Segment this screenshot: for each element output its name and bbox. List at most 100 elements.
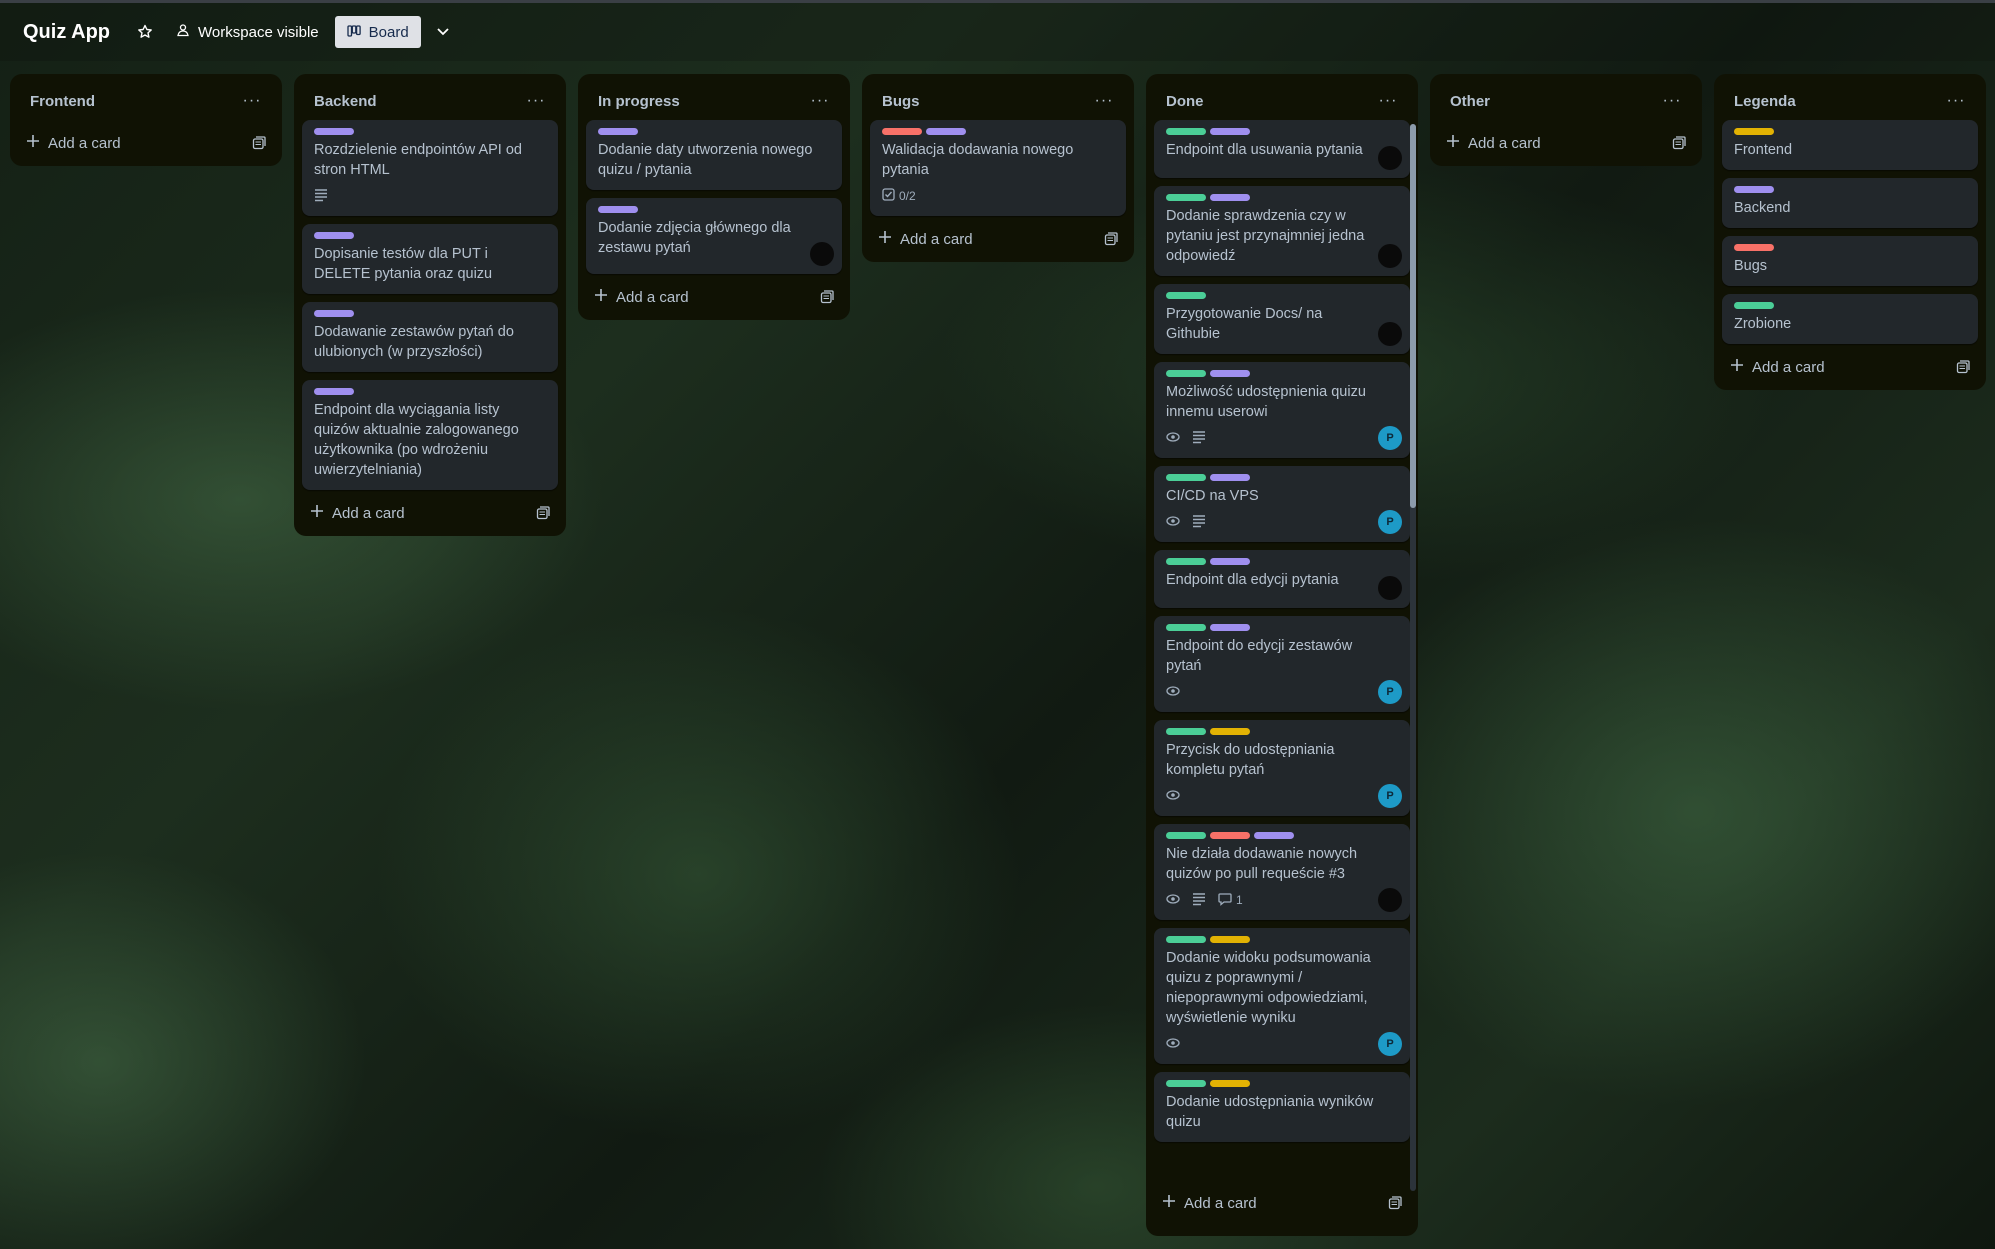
- label-yellow[interactable]: [1210, 728, 1250, 735]
- label-yellow[interactable]: [1734, 128, 1774, 135]
- list-title[interactable]: Legenda: [1734, 93, 1796, 110]
- label-green[interactable]: [1166, 728, 1206, 735]
- list-title[interactable]: Backend: [314, 93, 377, 110]
- chevron-down-icon[interactable]: [427, 16, 459, 48]
- list-menu-icon[interactable]: ···: [1374, 92, 1402, 110]
- label-purple[interactable]: [314, 232, 354, 239]
- template-icon[interactable]: [252, 136, 266, 150]
- card[interactable]: Zrobione: [1722, 294, 1978, 344]
- label-green[interactable]: [1166, 194, 1206, 201]
- card[interactable]: Endpoint do edycji zestawów pytań P: [1154, 616, 1410, 712]
- add-card-button[interactable]: Add a card: [26, 134, 121, 152]
- card[interactable]: Przycisk do udostępniania kompletu pytań…: [1154, 720, 1410, 816]
- member-avatar[interactable]: P: [1378, 680, 1402, 704]
- card[interactable]: Dodanie widoku podsumowania quizu z popr…: [1154, 928, 1410, 1064]
- template-icon[interactable]: [820, 290, 834, 304]
- add-card-button[interactable]: Add a card: [878, 230, 973, 248]
- label-purple[interactable]: [1254, 832, 1294, 839]
- board-title[interactable]: Quiz App: [23, 21, 110, 44]
- member-avatar[interactable]: P: [1378, 784, 1402, 808]
- label-green[interactable]: [1166, 624, 1206, 631]
- template-icon[interactable]: [536, 506, 550, 520]
- label-purple[interactable]: [598, 206, 638, 213]
- add-card-button[interactable]: Add a card: [1162, 1194, 1257, 1212]
- label-green[interactable]: [1166, 1080, 1206, 1087]
- template-icon[interactable]: [1388, 1196, 1402, 1210]
- label-purple[interactable]: [1734, 186, 1774, 193]
- list-menu-icon[interactable]: ···: [806, 92, 834, 110]
- template-icon[interactable]: [1104, 232, 1118, 246]
- member-avatar[interactable]: [1378, 888, 1402, 912]
- label-purple[interactable]: [598, 128, 638, 135]
- member-avatar[interactable]: P: [1378, 426, 1402, 450]
- card[interactable]: Bugs: [1722, 236, 1978, 286]
- label-purple[interactable]: [1210, 194, 1250, 201]
- list-menu-icon[interactable]: ···: [1658, 92, 1686, 110]
- label-purple[interactable]: [1210, 624, 1250, 631]
- list-title[interactable]: Frontend: [30, 93, 95, 110]
- label-green[interactable]: [1166, 832, 1206, 839]
- label-green[interactable]: [1166, 936, 1206, 943]
- card[interactable]: Możliwość udostępnienia quizu innemu use…: [1154, 362, 1410, 458]
- card[interactable]: Przygotowanie Docs/ na Githubie: [1154, 284, 1410, 354]
- list-menu-icon[interactable]: ···: [238, 92, 266, 110]
- card[interactable]: Dodanie zdjęcia głównego dla zestawu pyt…: [586, 198, 842, 274]
- scrollbar-thumb[interactable]: [1410, 124, 1416, 508]
- member-avatar[interactable]: [1378, 244, 1402, 268]
- card[interactable]: Dopisanie testów dla PUT i DELETE pytani…: [302, 224, 558, 294]
- list-title[interactable]: Other: [1450, 93, 1490, 110]
- label-purple[interactable]: [314, 128, 354, 135]
- label-green[interactable]: [1734, 302, 1774, 309]
- add-card-button[interactable]: Add a card: [310, 504, 405, 522]
- card[interactable]: Frontend: [1722, 120, 1978, 170]
- card[interactable]: Endpoint dla edycji pytania: [1154, 550, 1410, 608]
- add-card-button[interactable]: Add a card: [1446, 134, 1541, 152]
- label-green[interactable]: [1166, 292, 1206, 299]
- card[interactable]: Dodanie sprawdzenia czy w pytaniu jest p…: [1154, 186, 1410, 276]
- list-title[interactable]: In progress: [598, 93, 680, 110]
- card[interactable]: CI/CD na VPS P: [1154, 466, 1410, 542]
- label-purple[interactable]: [1210, 558, 1250, 565]
- done-scroll-area[interactable]: Endpoint dla usuwania pytania Dodanie spr…: [1154, 120, 1410, 1180]
- label-purple[interactable]: [1210, 128, 1250, 135]
- card[interactable]: Dodanie udostępniania wyników quizu: [1154, 1072, 1410, 1142]
- card[interactable]: Endpoint dla usuwania pytania: [1154, 120, 1410, 178]
- board-view-button[interactable]: Board: [334, 16, 421, 48]
- add-card-button[interactable]: Add a card: [1730, 358, 1825, 376]
- template-icon[interactable]: [1672, 136, 1686, 150]
- add-card-button[interactable]: Add a card: [594, 288, 689, 306]
- label-green[interactable]: [1166, 370, 1206, 377]
- card[interactable]: Nie działa dodawanie nowych quizów po pu…: [1154, 824, 1410, 920]
- template-icon[interactable]: [1956, 360, 1970, 374]
- label-green[interactable]: [1166, 474, 1206, 481]
- label-purple[interactable]: [926, 128, 966, 135]
- member-avatar[interactable]: [1378, 146, 1402, 170]
- member-avatar[interactable]: [810, 242, 834, 266]
- label-yellow[interactable]: [1210, 1080, 1250, 1087]
- label-yellow[interactable]: [1210, 936, 1250, 943]
- member-avatar[interactable]: [1378, 576, 1402, 600]
- card[interactable]: Rozdzielenie endpointów API od stron HTM…: [302, 120, 558, 216]
- card[interactable]: Endpoint dla wyciągania listy quizów akt…: [302, 380, 558, 490]
- list-menu-icon[interactable]: ···: [1942, 92, 1970, 110]
- label-purple[interactable]: [1210, 370, 1250, 377]
- card[interactable]: Dodanie daty utworzenia nowego quizu / p…: [586, 120, 842, 190]
- label-green[interactable]: [1166, 558, 1206, 565]
- list-title[interactable]: Done: [1166, 93, 1204, 110]
- card[interactable]: Dodawanie zestawów pytań do ulubionych (…: [302, 302, 558, 372]
- label-purple[interactable]: [314, 310, 354, 317]
- card[interactable]: Backend: [1722, 178, 1978, 228]
- member-avatar[interactable]: P: [1378, 510, 1402, 534]
- card[interactable]: Walidacja dodawania nowego pytania 0/2: [870, 120, 1126, 216]
- label-red[interactable]: [882, 128, 922, 135]
- star-icon[interactable]: [130, 17, 160, 47]
- member-avatar[interactable]: [1378, 322, 1402, 346]
- label-red[interactable]: [1210, 832, 1250, 839]
- label-purple[interactable]: [314, 388, 354, 395]
- label-red[interactable]: [1734, 244, 1774, 251]
- list-menu-icon[interactable]: ···: [522, 92, 550, 110]
- member-avatar[interactable]: P: [1378, 1032, 1402, 1056]
- label-purple[interactable]: [1210, 474, 1250, 481]
- list-menu-icon[interactable]: ···: [1090, 92, 1118, 110]
- visibility-button[interactable]: Workspace visible: [166, 16, 329, 48]
